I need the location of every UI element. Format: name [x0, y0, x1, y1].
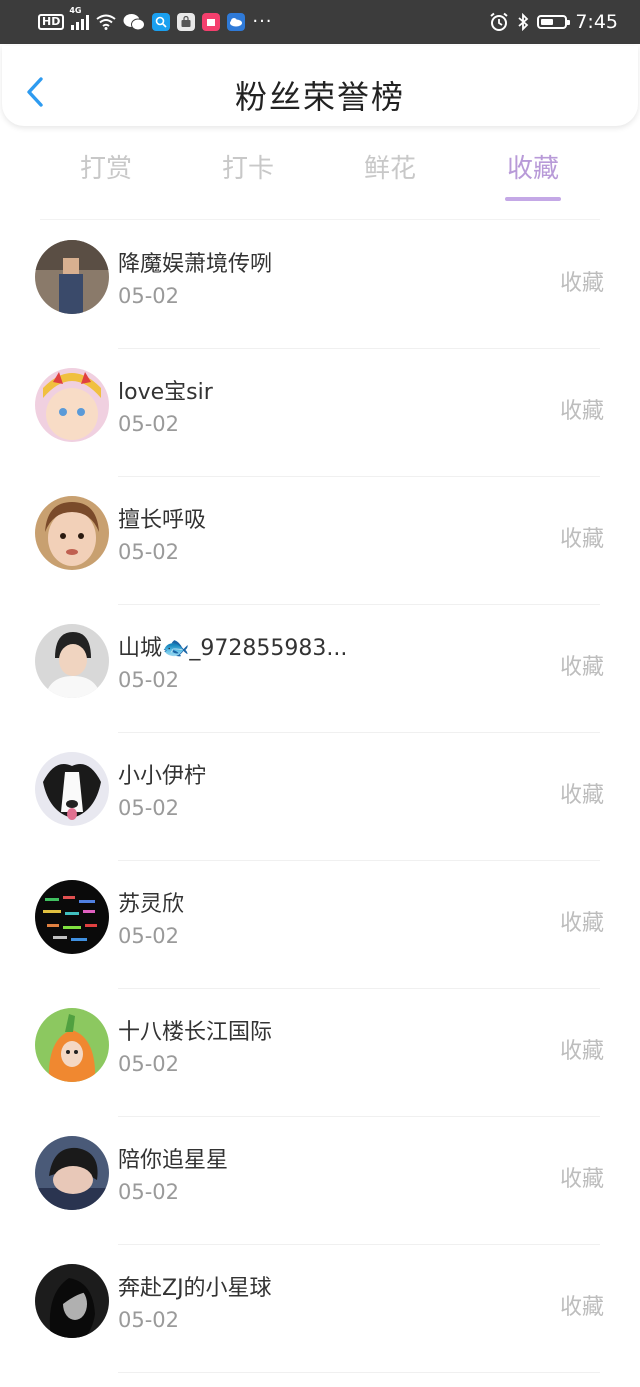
- list-item[interactable]: 陪你追星星 05-02 收藏: [0, 1117, 640, 1245]
- tab-bar: 打赏 打卡 鲜花 收藏: [0, 128, 640, 220]
- list-item[interactable]: 十八楼长江国际 05-02 收藏: [0, 989, 640, 1117]
- list-item[interactable]: 奔赴ZJ的小星球 05-02 收藏: [0, 1245, 640, 1373]
- weather-app-icon: [227, 13, 246, 31]
- clock: 7:45: [575, 11, 618, 33]
- more-icon: ···: [252, 11, 273, 32]
- date: 05-02: [118, 412, 180, 436]
- date: 05-02: [118, 1180, 180, 1204]
- avatar: [35, 624, 109, 698]
- user-name: 降魔娱萧境传咧: [118, 252, 273, 277]
- avatar: [35, 880, 109, 954]
- action-label: 收藏: [559, 527, 604, 552]
- list-item[interactable]: 山城🐟_972855983... 05-02 收藏: [0, 605, 640, 733]
- tab-label: 收藏: [506, 154, 559, 184]
- bluetooth-icon: [518, 13, 529, 31]
- date: 05-02: [118, 1308, 180, 1332]
- user-name: 十八楼长江国际: [118, 1020, 273, 1045]
- action-label: 收藏: [559, 271, 604, 296]
- alarm-icon: [490, 12, 508, 31]
- action-label: 收藏: [559, 399, 604, 424]
- title-bar: 粉丝荣誉榜: [2, 46, 638, 126]
- action-label: 收藏: [559, 655, 604, 680]
- tab-checkin[interactable]: 打卡: [188, 148, 308, 185]
- user-name: 山城🐟_972855983...: [118, 636, 348, 661]
- search-app-icon: [152, 13, 171, 31]
- bag-app-icon: [177, 13, 196, 31]
- tab-underline: [505, 197, 561, 201]
- action-label: 收藏: [559, 911, 604, 936]
- date: 05-02: [118, 924, 180, 948]
- user-name: 小小伊柠: [118, 764, 207, 789]
- wechat-icon: [123, 14, 146, 31]
- list-item[interactable]: 擅长呼吸 05-02 收藏: [0, 477, 640, 605]
- status-left: HD 4G ···: [38, 6, 489, 32]
- action-label: 收藏: [559, 1295, 604, 1320]
- avatar: [35, 1008, 109, 1082]
- tab-tip[interactable]: 打赏: [46, 148, 166, 185]
- avatar: [35, 496, 109, 570]
- tab-favorites[interactable]: 收藏: [473, 148, 593, 201]
- page-title: 粉丝荣誉榜: [234, 78, 405, 116]
- date: 05-02: [118, 284, 180, 308]
- status-bar: HD 4G ··· 7:45: [0, 0, 640, 44]
- action-label: 收藏: [559, 1167, 604, 1192]
- battery-icon: [537, 15, 571, 29]
- user-name: 擅长呼吸: [118, 508, 207, 533]
- user-name: 苏灵欣: [118, 892, 185, 917]
- divider: [118, 1372, 600, 1373]
- hd-icon: HD: [38, 14, 65, 30]
- wifi-icon: [96, 14, 116, 30]
- date: 05-02: [118, 540, 180, 564]
- tab-flowers[interactable]: 鲜花: [330, 148, 450, 185]
- fan-list: 降魔娱萧境传咧 05-02 收藏 love宝sir 05-02 收藏 擅长呼吸 …: [0, 221, 640, 1373]
- user-name: 陪你追星星: [118, 1148, 229, 1173]
- list-item[interactable]: 苏灵欣 05-02 收藏: [0, 861, 640, 989]
- tab-label: 打卡: [221, 154, 274, 184]
- avatar: [35, 1136, 109, 1210]
- status-right: 7:45: [489, 11, 618, 33]
- tab-label: 打赏: [79, 154, 132, 184]
- list-item[interactable]: 降魔娱萧境传咧 05-02 收藏: [0, 221, 640, 349]
- date: 05-02: [118, 668, 180, 692]
- date: 05-02: [118, 796, 180, 820]
- list-item[interactable]: 小小伊柠 05-02 收藏: [0, 733, 640, 861]
- shop-app-icon: [202, 13, 221, 31]
- avatar: [35, 240, 109, 314]
- action-label: 收藏: [559, 1039, 604, 1064]
- action-label: 收藏: [559, 783, 604, 808]
- tab-label: 鲜花: [363, 154, 416, 184]
- tab-divider: [40, 219, 600, 220]
- user-name: love宝sir: [118, 380, 213, 405]
- list-item[interactable]: love宝sir 05-02 收藏: [0, 349, 640, 477]
- user-name: 奔赴ZJ的小星球: [118, 1276, 272, 1301]
- avatar: [35, 1264, 109, 1338]
- avatar: [35, 368, 109, 442]
- date: 05-02: [118, 1052, 180, 1076]
- signal-icon: 4G: [69, 6, 90, 30]
- avatar: [35, 752, 109, 826]
